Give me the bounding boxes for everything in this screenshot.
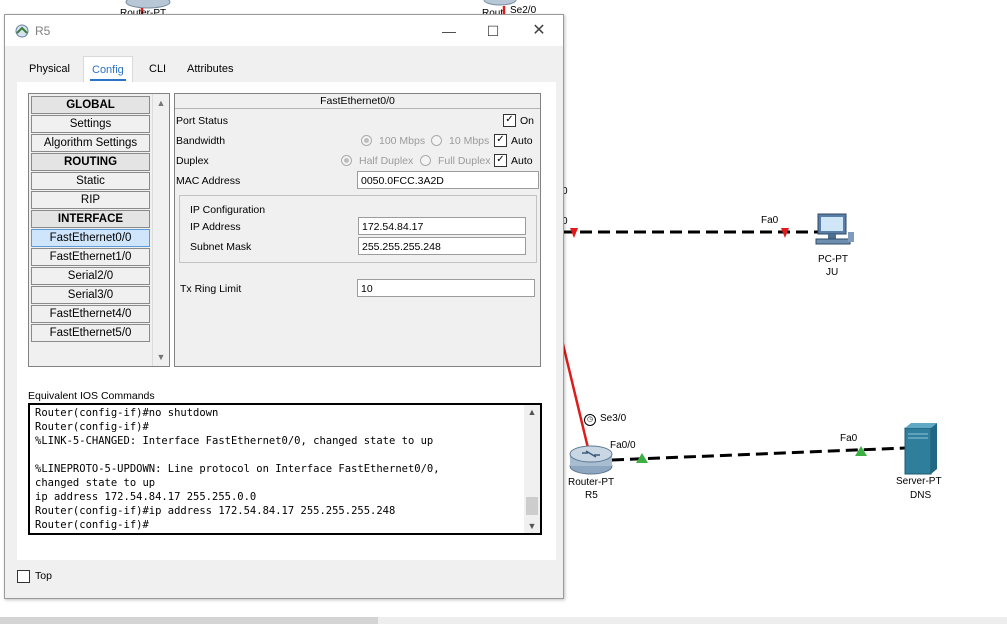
nav-item-static[interactable]: Static [31, 172, 150, 190]
ip-config-group: IP Configuration IP Address 172.54.84.17… [179, 195, 537, 263]
scroll-down-icon[interactable]: ▼ [524, 521, 540, 531]
server-icon[interactable] [903, 422, 937, 476]
console-line: Router(config-if)# [35, 421, 149, 433]
bw-10-label: 10 Mbps [449, 135, 490, 147]
console-line: Router(config-if)# [35, 519, 149, 531]
nav-item-fastethernet4-0[interactable]: FastEthernet4/0 [31, 305, 150, 323]
clock-icon: ◷ [584, 414, 596, 426]
nav-item-fastethernet0-0[interactable]: FastEthernet0/0 [31, 229, 150, 247]
interface-title: FastEthernet0/0 [175, 94, 540, 109]
ip-config-label: IP Configuration [190, 204, 266, 216]
ip-address-label: IP Address [190, 221, 241, 233]
server-port-label: Fa0 [840, 433, 858, 444]
scroll-thumb[interactable] [526, 497, 538, 515]
title-bar[interactable]: R5 — ☐ ✕ [5, 15, 563, 46]
nav-item-settings[interactable]: Settings [31, 115, 150, 133]
pc-port-label: Fa0 [761, 215, 779, 226]
bw-auto-label: Auto [511, 135, 533, 147]
bw-auto-checkbox[interactable]: ✓ [494, 134, 507, 147]
full-duplex-radio[interactable] [420, 155, 431, 166]
pc-icon[interactable] [812, 212, 856, 252]
port-on-label: On [520, 115, 535, 127]
duplex-auto-label: Auto [511, 155, 533, 167]
server-type-label: Server-PT [896, 476, 942, 487]
router-icon[interactable] [568, 442, 614, 476]
bw-100-radio[interactable] [361, 135, 372, 146]
nav-item-algorithm-settings[interactable]: Algorithm Settings [31, 134, 150, 152]
nav-item-fastethernet5-0[interactable]: FastEthernet5/0 [31, 324, 150, 342]
duplex-label: Duplex [176, 155, 209, 167]
router-type-label: Router-PT [568, 477, 615, 488]
nav-item-rip[interactable]: RIP [31, 191, 150, 209]
pc-name-label: JU [826, 267, 839, 278]
half-duplex-radio[interactable] [341, 155, 352, 166]
console-line: changed state to up [35, 477, 156, 489]
console-line: %LINK-5-CHANGED: Interface FastEthernet0… [35, 435, 434, 447]
nav-item-fastethernet1-0[interactable]: FastEthernet1/0 [31, 248, 150, 266]
app-icon [14, 23, 30, 39]
nav-scrollbar[interactable]: ▲ ▼ [152, 94, 169, 366]
port-on-checkbox[interactable]: ✓ [503, 114, 516, 127]
full-duplex-label: Full Duplex [438, 155, 491, 167]
scroll-down-icon[interactable]: ▼ [153, 350, 169, 364]
tab-attributes[interactable]: Attributes [179, 56, 241, 82]
ios-console[interactable]: Router(config-if)#no shutdown Router(con… [28, 403, 542, 535]
mac-address-field[interactable]: 0050.0FCC.3A2D [357, 171, 539, 189]
bottom-scrollbar-thumb[interactable] [0, 617, 378, 624]
nav-item-serial2-0[interactable]: Serial2/0 [31, 267, 150, 285]
tx-ring-field[interactable]: 10 [357, 279, 535, 297]
tx-ring-label: Tx Ring Limit [180, 283, 242, 295]
mac-label: MAC Address [176, 175, 241, 187]
half-duplex-label: Half Duplex [359, 155, 414, 167]
bandwidth-label: Bandwidth [176, 135, 226, 147]
maximize-button[interactable]: ☐ [473, 19, 513, 43]
serial-link [560, 339, 590, 449]
console-line: Router(config-if)#ip address 172.54.84.1… [35, 505, 396, 517]
subnet-mask-field[interactable]: 255.255.255.248 [358, 237, 526, 255]
tab-cli[interactable]: CLI [141, 56, 174, 82]
server-name-label: DNS [910, 490, 932, 501]
pc-type-label: PC-PT [818, 254, 848, 265]
minimize-button[interactable]: — [429, 19, 469, 43]
ios-commands-label: Equivalent IOS Commands [28, 390, 155, 402]
console-line: Router(config-if)#no shutdown [35, 407, 219, 419]
ip-address-field[interactable]: 172.54.84.17 [358, 217, 526, 235]
top-label: Top [35, 570, 52, 582]
interface-config: FastEthernet0/0 Port Status ✓ On Bandwid… [174, 93, 541, 367]
bottom-scrollbar-track[interactable] [378, 617, 1007, 624]
device-dialog: R5 — ☐ ✕ Physical Config CLI Attributes … [4, 14, 564, 599]
nav-header-interface: INTERFACE [31, 210, 150, 228]
serial-port-label: Se3/0 [600, 413, 627, 424]
console-scrollbar[interactable]: ▲ ▼ [524, 405, 540, 533]
nav-header-routing: ROUTING [31, 153, 150, 171]
config-nav-list: GLOBAL Settings Algorithm Settings ROUTI… [28, 93, 170, 367]
nav-item-serial3-0[interactable]: Serial3/0 [31, 286, 150, 304]
top-checkbox[interactable] [17, 570, 30, 583]
window-title: R5 [35, 24, 51, 38]
scroll-up-icon[interactable]: ▲ [153, 96, 169, 110]
tab-physical[interactable]: Physical [21, 56, 78, 82]
duplex-auto-checkbox[interactable]: ✓ [494, 154, 507, 167]
port-status-label: Port Status [176, 115, 228, 127]
scroll-up-icon[interactable]: ▲ [524, 407, 540, 417]
subnet-mask-label: Subnet Mask [190, 241, 252, 253]
close-button[interactable]: ✕ [519, 19, 559, 43]
console-line: %LINEPROTO-5-UPDOWN: Line protocol on In… [35, 463, 440, 475]
bw-10-radio[interactable] [431, 135, 442, 146]
tab-config[interactable]: Config [83, 56, 133, 83]
bw-100-label: 100 Mbps [379, 135, 426, 147]
nav-header-global: GLOBAL [31, 96, 150, 114]
console-line: ip address 172.54.84.17 255.255.0.0 [35, 491, 257, 503]
router-name-label: R5 [585, 490, 598, 501]
